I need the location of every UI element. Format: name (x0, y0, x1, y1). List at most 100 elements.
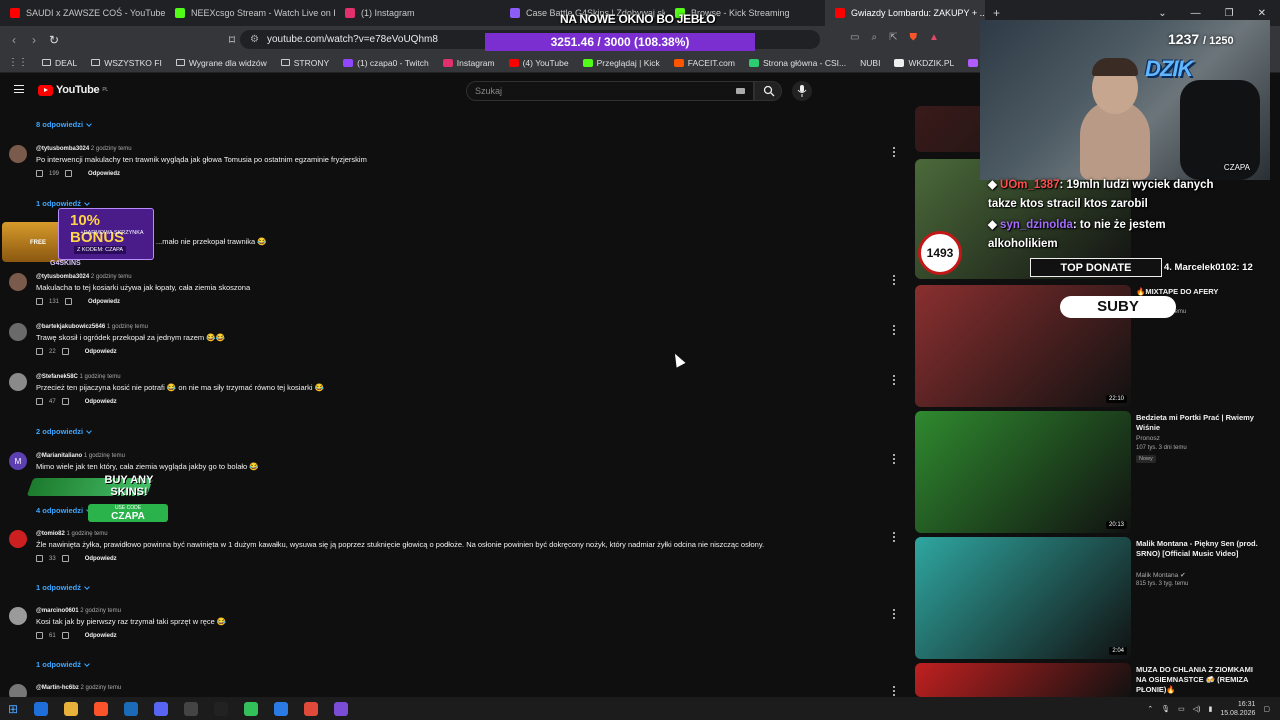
browser-tab[interactable]: NEEXcsgo Stream - Watch Live on Ki (165, 0, 335, 26)
voice-search-button[interactable] (792, 81, 812, 101)
avatar[interactable] (9, 323, 27, 341)
like-icon[interactable] (36, 398, 43, 405)
comment-menu-icon[interactable] (893, 147, 896, 157)
reply-button[interactable]: Odpowiedz (85, 556, 117, 562)
comment-menu-icon[interactable] (893, 454, 896, 464)
avatar[interactable] (9, 373, 27, 391)
comment-author[interactable]: @marcino0601 (36, 608, 79, 614)
browser-tab[interactable]: (1) Instagram (335, 0, 500, 26)
restore-icon[interactable]: ❐ (1225, 8, 1234, 19)
tray-chevron-icon[interactable]: ⌃ (1147, 705, 1153, 713)
avatar[interactable]: M (9, 452, 27, 470)
share-icon[interactable]: ⇱ (889, 32, 897, 43)
bookmark-item[interactable]: WKDZIK.PL (894, 58, 954, 68)
bookmark-item[interactable]: (1) czapa0 - Twitch (343, 58, 429, 68)
bookmark-item[interactable]: Przeglądaj | Kick (582, 58, 660, 68)
taskbar-app-icon[interactable] (274, 701, 289, 716)
video-thumbnail[interactable] (915, 663, 1131, 697)
mic-tray-icon[interactable]: 🎙 (1161, 705, 1170, 713)
comment-time[interactable]: 2 godziny temu (80, 608, 121, 614)
comment-menu-icon[interactable] (893, 686, 896, 696)
avatar[interactable] (9, 684, 27, 697)
comment-menu-icon[interactable] (893, 609, 896, 619)
like-icon[interactable] (36, 348, 43, 355)
comment-time[interactable]: 2 godziny temu (91, 274, 132, 280)
comment-time[interactable]: 1 godzinę temu (107, 324, 148, 330)
video-thumbnail[interactable]: 2:04 (915, 537, 1131, 659)
comment-author[interactable]: @Martin-hc6bz (36, 685, 79, 691)
brave-shield-icon[interactable]: ⛊ (909, 32, 917, 43)
reply-button[interactable]: Odpowiedz (88, 299, 120, 305)
avatar[interactable] (9, 530, 27, 548)
browser-tab[interactable]: Gwiazdy Lombardu: ZAKUPY + ...✕ (825, 0, 985, 26)
video-channel[interactable]: Malik Montana ✔ (1136, 571, 1186, 579)
minimize-icon[interactable]: — (1191, 8, 1201, 19)
taskbar-app-icon[interactable] (304, 701, 319, 716)
taskbar-app-icon[interactable] (154, 701, 169, 716)
comment-author[interactable]: @Stefanek58C (36, 374, 78, 380)
brave-rewards-icon[interactable]: ▲ (929, 32, 939, 43)
cast-icon[interactable]: ▭ (850, 32, 859, 43)
bookmark-item[interactable]: Wygrane dla widzów (175, 58, 267, 68)
taskbar-app-icon[interactable] (34, 701, 49, 716)
reply-button[interactable]: Odpowiedz (85, 349, 117, 355)
like-icon[interactable] (36, 170, 43, 177)
comment-author[interactable]: @tytusbomba3024 (36, 146, 89, 152)
replies-toggle[interactable]: 8 odpowiedzi (36, 120, 92, 129)
comment-time[interactable]: 2 godziny temu (91, 146, 132, 152)
reply-button[interactable]: Odpowiedz (88, 171, 120, 177)
like-icon[interactable] (36, 298, 43, 305)
replies-toggle[interactable]: 1 odpowiedź (36, 660, 90, 669)
dislike-icon[interactable] (65, 170, 73, 177)
new-tab-button[interactable]: + (993, 6, 1000, 20)
search-button[interactable] (754, 81, 782, 101)
back-icon[interactable]: ‹ (4, 33, 24, 47)
reply-button[interactable]: Odpowiedz (85, 399, 117, 405)
comment-time[interactable]: 1 godzinę temu (67, 531, 108, 537)
dislike-icon[interactable] (61, 555, 69, 562)
zoom-icon[interactable]: ⌕ (871, 32, 877, 43)
comment-menu-icon[interactable] (893, 532, 896, 542)
bookmark-item[interactable]: FACEIT.com (673, 58, 735, 68)
taskbar-app-icon[interactable] (244, 701, 259, 716)
notifications-icon[interactable]: ▢ (1263, 705, 1270, 713)
bookmark-item[interactable]: WSZYSTKO FI (91, 58, 162, 68)
browser-tab[interactable]: SAUDI x ZAWSZE COŚ - YouTube (0, 0, 165, 26)
video-title[interactable]: MUZA DO CHLANIA Z ZIOMKAMI NA OSIEMNASTC… (1136, 665, 1264, 695)
comment-time[interactable]: 2 godziny temu (81, 685, 122, 691)
comment-time[interactable]: 1 godzinę temu (80, 374, 121, 380)
reply-button[interactable]: Odpowiedz (85, 633, 117, 639)
clock[interactable]: 16:31 15.08.2026 (1220, 700, 1255, 718)
bookmark-item[interactable]: Instagram (442, 58, 495, 68)
volume-icon[interactable]: ◁) (1193, 705, 1201, 713)
like-icon[interactable] (36, 555, 43, 562)
reload-icon[interactable]: ↻ (44, 33, 64, 47)
search-input[interactable]: Szukaj (466, 81, 754, 101)
bookmark-item[interactable]: NUBI (860, 58, 880, 68)
site-info-icon[interactable]: ⚙ (250, 34, 259, 45)
comment-author[interactable]: @tytusbomba3024 (36, 274, 89, 280)
bookmark-item[interactable]: DEAL (42, 58, 77, 68)
network-icon[interactable]: ▭ (1178, 705, 1185, 713)
replies-toggle[interactable]: 1 odpowiedź (36, 199, 90, 208)
bookmark-item[interactable]: Strona główna - CSI... (748, 58, 846, 68)
comment-time[interactable]: 1 godzinę temu (84, 453, 125, 459)
bookmark-item[interactable]: (4) YouTube (508, 58, 569, 68)
comment-menu-icon[interactable] (893, 275, 896, 285)
video-title[interactable]: Bedzieta mi Portki Prać | Rwiemy Wiśnie (1136, 413, 1264, 433)
battery-icon[interactable]: ▮ (1208, 705, 1212, 713)
apps-grid-icon[interactable]: ⋮⋮ (8, 57, 28, 68)
avatar[interactable] (9, 273, 27, 291)
tab-search-icon[interactable]: ⌄ (1158, 8, 1166, 19)
video-channel[interactable]: Pronosz (1136, 435, 1160, 442)
comment-author[interactable]: @Marianitaliano (36, 453, 82, 459)
taskbar-app-icon[interactable] (184, 701, 199, 716)
dislike-icon[interactable] (61, 348, 69, 355)
keyboard-icon[interactable] (736, 88, 745, 94)
taskbar-app-icon[interactable] (124, 701, 139, 716)
menu-icon[interactable] (14, 85, 24, 93)
dislike-icon[interactable] (61, 632, 69, 639)
dislike-icon[interactable] (61, 398, 69, 405)
youtube-logo[interactable]: YouTube PL (38, 84, 108, 96)
taskbar-app-icon[interactable] (94, 701, 109, 716)
